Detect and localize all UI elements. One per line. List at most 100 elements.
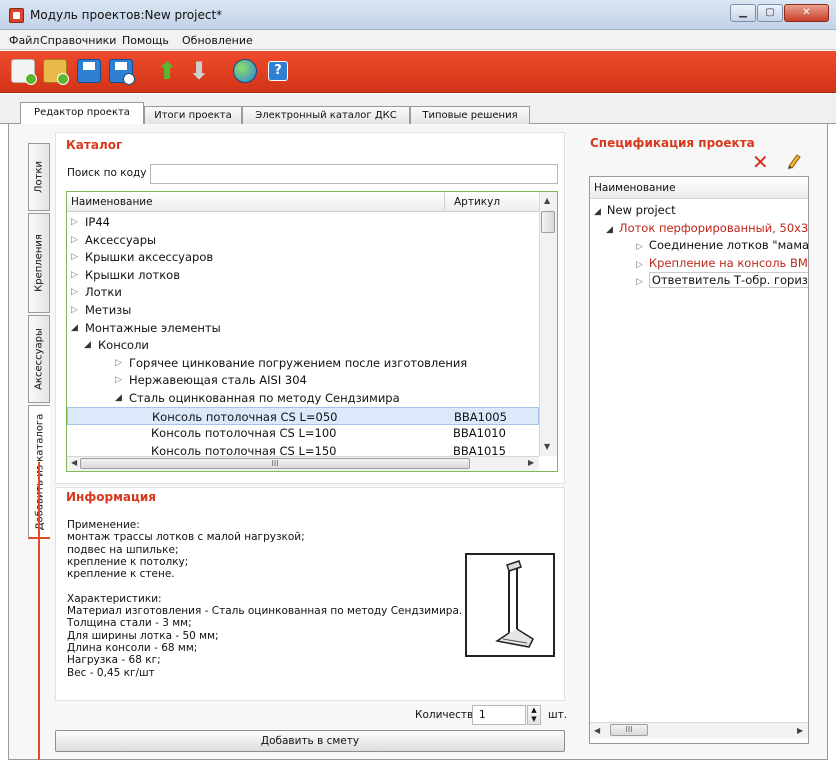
info-line: Вес - 0,45 кг/шт xyxy=(67,666,155,679)
minimize-button[interactable]: ▁ xyxy=(730,4,756,22)
side-tab-trays[interactable]: Лотки xyxy=(28,143,50,211)
add-to-estimate-button[interactable]: Добавить в смету xyxy=(55,730,565,752)
tree-vertical-scroll-thumb[interactable] xyxy=(541,211,555,233)
catalog-item-row[interactable]: Консоль потолочная CS L=100 BBA1010 xyxy=(67,424,539,442)
help-icon[interactable]: ? xyxy=(268,61,288,81)
expand-arrow-icon[interactable]: ▷ xyxy=(636,277,643,287)
spec-row-label: New project xyxy=(606,203,676,217)
catalog-item-row[interactable]: Консоль потолочная CS L=050 BBA1005 xyxy=(67,406,539,425)
info-line: Толщина стали - 3 мм; xyxy=(67,617,192,630)
spec-title: Спецификация проекта xyxy=(590,136,755,150)
info-line: Применение: xyxy=(67,519,140,531)
spec-row[interactable]: ▷ Ответвитель Т-обр. гориз. xyxy=(636,271,808,289)
expand-arrow-icon[interactable]: ▷ xyxy=(71,283,78,301)
spec-row[interactable]: ◢ Лоток перфорированный, 50х35 xyxy=(606,219,808,237)
catalog-row-label: Аксессуары xyxy=(85,232,157,247)
expand-arrow-icon[interactable]: ▷ xyxy=(115,354,122,372)
collapse-arrow-icon[interactable]: ◢ xyxy=(594,207,601,217)
scroll-down-icon[interactable]: ▼ xyxy=(544,442,550,451)
info-title: Информация xyxy=(66,490,156,504)
quantity-input[interactable]: 1 xyxy=(472,705,526,725)
column-divider[interactable] xyxy=(444,192,445,212)
scroll-up-icon[interactable]: ▲ xyxy=(544,196,550,205)
spec-row-label: Лоток перфорированный, 50х35 xyxy=(618,220,808,235)
expand-arrow-icon[interactable]: ▷ xyxy=(115,371,122,389)
scroll-left-icon[interactable]: ◀ xyxy=(71,458,77,467)
collapse-arrow-icon[interactable]: ◢ xyxy=(606,225,613,235)
catalog-row-label: Сталь оцинкованная по методу Сендзимира xyxy=(129,391,400,405)
save-icon[interactable] xyxy=(77,59,101,83)
save-as-icon[interactable] xyxy=(109,59,135,85)
tab-project-totals[interactable]: Итоги проекта xyxy=(144,106,242,125)
collapse-arrow-icon[interactable]: ◢ xyxy=(115,389,122,407)
menu-references[interactable]: Справочники xyxy=(40,34,116,47)
menu-update[interactable]: Обновление xyxy=(182,34,253,47)
info-line: монтаж трассы лотков с малой нагрузкой; xyxy=(67,531,305,544)
delete-icon[interactable]: ✕ xyxy=(752,152,769,172)
expand-arrow-icon[interactable]: ▷ xyxy=(71,231,78,249)
spec-horizontal-scroll-thumb[interactable]: III xyxy=(610,724,648,736)
catalog-group-row[interactable]: ▷ IP44 xyxy=(67,213,539,231)
quantity-stepper[interactable]: ▲ ▼ xyxy=(527,705,541,725)
spec-row[interactable]: ◢ New project xyxy=(594,201,676,219)
quantity-label: Количество xyxy=(415,709,480,721)
spec-row-label: Крепление на консоль ВМ xyxy=(648,255,808,270)
expand-arrow-icon[interactable]: ▷ xyxy=(71,266,78,284)
catalog-group-row[interactable]: ▷ Аксессуары xyxy=(67,231,539,249)
spec-row[interactable]: ▷ Соединение лотков "мама-папа" xyxy=(636,236,808,254)
menu-file[interactable]: Файл xyxy=(9,34,39,47)
catalog-row-label: Консоль потолочная CS L=150 xyxy=(151,443,337,456)
quantity-unit: шт. xyxy=(548,709,568,721)
catalog-group-row[interactable]: ▷ Нержавеющая сталь AISI 304 xyxy=(67,371,539,389)
spec-row[interactable]: ▷ Крепление на консоль ВМ xyxy=(636,254,808,272)
menu-help[interactable]: Помощь xyxy=(122,34,169,47)
catalog-group-row[interactable]: ◢ Консоли xyxy=(67,336,539,354)
catalog-row-article: BBA1015 xyxy=(453,443,506,456)
expand-arrow-icon[interactable]: ▷ xyxy=(636,242,643,252)
tab-dks-catalog[interactable]: Электронный каталог ДКС xyxy=(242,106,410,125)
catalog-row-label: Крышки лотков xyxy=(85,267,180,282)
close-button[interactable]: ✕ xyxy=(784,4,829,22)
expand-arrow-icon[interactable]: ▷ xyxy=(71,301,78,319)
tab-typical-solutions[interactable]: Типовые решения xyxy=(410,106,530,125)
catalog-group-row[interactable]: ▷ Метизы xyxy=(67,301,539,319)
new-document-icon[interactable] xyxy=(11,59,37,85)
expand-arrow-icon[interactable]: ▷ xyxy=(71,213,78,231)
catalog-group-row[interactable]: ◢ Монтажные элементы xyxy=(67,319,539,337)
side-tab-fasteners[interactable]: Крепления xyxy=(28,213,50,313)
column-article-header[interactable]: Артикул xyxy=(454,196,500,208)
edit-pencil-icon[interactable] xyxy=(786,152,802,170)
globe-icon[interactable] xyxy=(233,59,257,83)
scroll-right-icon[interactable]: ▶ xyxy=(528,458,534,467)
expand-arrow-icon[interactable]: ▷ xyxy=(636,260,643,270)
spec-scroll-right-icon[interactable]: ▶ xyxy=(797,726,803,735)
tree-horizontal-scroll-thumb[interactable]: III xyxy=(80,458,470,469)
arrow-down-icon[interactable]: ⬇ xyxy=(187,59,211,83)
catalog-row-label: Нержавеющая сталь AISI 304 xyxy=(129,373,307,388)
arrow-up-icon[interactable]: ⬆ xyxy=(155,59,179,83)
info-line: Характеристики: xyxy=(67,592,162,605)
tab-project-editor[interactable]: Редактор проекта xyxy=(20,102,144,125)
catalog-row-label: Монтажные элементы xyxy=(85,320,221,335)
catalog-row-article: BBA1005 xyxy=(454,409,507,424)
expand-arrow-icon[interactable]: ▷ xyxy=(71,248,78,266)
collapse-arrow-icon[interactable]: ◢ xyxy=(84,336,91,354)
catalog-group-row[interactable]: ◢ Сталь оцинкованная по методу Сендзимира xyxy=(67,389,539,407)
spec-scroll-left-icon[interactable]: ◀ xyxy=(594,726,600,735)
column-name-header[interactable]: Наименование xyxy=(71,196,153,208)
catalog-group-row[interactable]: ▷ Горячее цинкование погружением после из… xyxy=(67,354,539,372)
side-tab-accessories[interactable]: Аксессуары xyxy=(28,315,50,403)
active-tab-accent xyxy=(38,462,40,760)
catalog-group-row[interactable]: ▷ Крышки аксессуаров xyxy=(67,248,539,266)
search-label: Поиск по коду xyxy=(67,167,147,179)
open-folder-icon[interactable] xyxy=(43,59,69,85)
catalog-item-row[interactable]: Консоль потолочная CS L=150 BBA1015 xyxy=(67,442,539,456)
spec-row-label: Ответвитель Т-обр. гориз. xyxy=(648,272,808,289)
catalog-row-label: Горячее цинкование погружением после изг… xyxy=(129,355,468,370)
collapse-arrow-icon[interactable]: ◢ xyxy=(71,319,78,337)
catalog-group-row[interactable]: ▷ Лотки xyxy=(67,283,539,301)
spec-column-name-header[interactable]: Наименование xyxy=(594,182,676,194)
maximize-button[interactable]: ▢ xyxy=(757,4,783,22)
catalog-group-row[interactable]: ▷ Крышки лотков xyxy=(67,266,539,284)
search-input[interactable] xyxy=(150,164,558,184)
